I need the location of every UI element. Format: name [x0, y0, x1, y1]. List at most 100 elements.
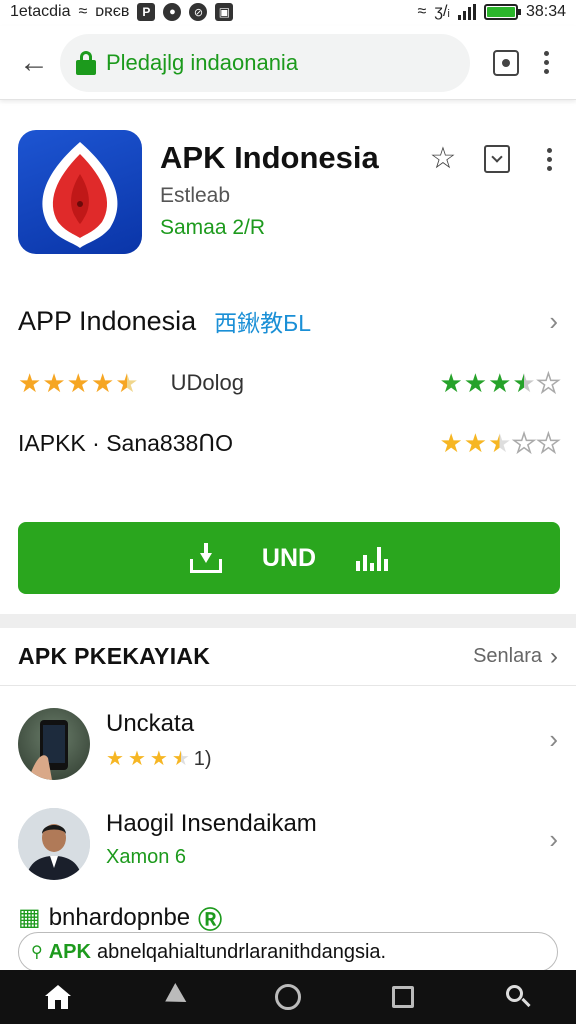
status-bar: 1etаcdia ≈ ᴅʀєв P ● ⊘ ▣ ≈ ʒ/ᵢ 38:34: [0, 0, 576, 24]
star-icon: ★: [18, 368, 42, 398]
search-input[interactable]: ⚲ APK abnelqahialtundrlaranithdangsia.: [18, 932, 558, 972]
star-icon: ★: [463, 368, 488, 398]
browser-toolbar: ← Pledajlg indaonania: [0, 26, 576, 100]
star-icon: ★: [149, 748, 168, 770]
url-text: Pledajlg indaonania: [106, 49, 299, 75]
phone-icon: [28, 720, 68, 780]
block-notification-icon: ⊘: [189, 3, 208, 21]
badge-icon: Ⓡ: [198, 907, 223, 934]
section-title: APK PKEKAYIAK: [18, 643, 211, 669]
bottom-heading-text: bnhardopnbe: [48, 903, 191, 931]
star-half-icon: ★: [488, 428, 512, 458]
page: 1etаcdia ≈ ᴅʀєв P ● ⊘ ▣ ≈ ʒ/ᵢ 38:34 ← Pl…: [0, 0, 576, 1024]
app-name-badge[interactable]: 西鍬教БL: [214, 304, 311, 338]
star-half-icon: ★: [171, 748, 190, 770]
list-item-rating: ★ ★ ★ ★ 1): [106, 746, 212, 772]
version-row: IAPKK · Sana838ՈO ★ ★ ★ ★ ★: [0, 420, 576, 466]
app-header: APK Indonesia Estleab Samaa 2/R ☆: [0, 112, 576, 272]
arrow-left-icon: ←: [19, 45, 49, 79]
search-icon: [506, 985, 531, 1009]
app-developer[interactable]: Estleab: [160, 184, 230, 208]
see-more-label: Senlara: [473, 645, 542, 667]
rating-row: ★ ★ ★ ★ ★ UDolog ★ ★ ★ ★ ★: [0, 360, 576, 406]
phone-avatar: [18, 708, 90, 780]
app-name-row[interactable]: APP Indonesia 西鍬教БL ›: [0, 296, 576, 346]
chevron-right-icon: ›: [549, 824, 558, 854]
search-icon: ⚲: [31, 944, 43, 961]
network-text: ʒ/ᵢ: [434, 3, 450, 20]
rating-stars-right: ★ ★ ★ ★ ★: [439, 368, 561, 398]
bottom-heading: ▦ bnhardopnbe Ⓡ: [18, 900, 222, 935]
section-divider: [0, 614, 576, 628]
app-logo-icon[interactable]: [18, 130, 142, 254]
download-icon: [189, 543, 222, 573]
search-text: abnelqahialtundrlaranithdangsia.: [96, 940, 387, 963]
list-item[interactable]: Haogil Insendaikam Xamon 6 ›: [0, 798, 576, 888]
back-triangle-icon: [159, 982, 187, 1012]
rating-stars-left: ★ ★ ★ ★ ★: [18, 370, 139, 396]
bag-notification-icon: ▣: [215, 3, 234, 21]
grid-icon: ▦: [18, 904, 41, 931]
nav-recents-button[interactable]: [378, 972, 428, 1022]
star-icon: ★: [463, 428, 488, 458]
chevron-right-icon: ›: [549, 305, 558, 336]
nav-back-button[interactable]: [148, 972, 198, 1022]
install-label: UND: [261, 543, 317, 572]
battery-icon: [483, 4, 521, 20]
chevron-right-icon: ›: [550, 642, 558, 670]
more-vert-icon: [546, 147, 552, 153]
star-icon: ★: [66, 368, 90, 398]
chevron-right-icon: ›: [549, 724, 558, 754]
see-more-link[interactable]: Senlara ›: [473, 643, 558, 671]
install-button[interactable]: UND: [18, 522, 560, 594]
tab-switch-button[interactable]: [484, 41, 528, 85]
circle-icon: [274, 984, 301, 1010]
star-half-icon: ★: [512, 368, 536, 398]
star-empty-icon: ★: [512, 428, 537, 458]
more-vert-icon: [543, 51, 549, 56]
person-avatar: [18, 808, 90, 880]
wifi-icon: ≈: [417, 3, 427, 20]
rating-label: UDolog: [170, 370, 244, 395]
star-icon: ★: [439, 368, 463, 398]
star-icon: ★: [439, 428, 463, 458]
p-notification-icon: P: [137, 3, 156, 21]
carrier-text: ᴅʀєв: [95, 3, 130, 20]
flame-logo-icon: [42, 142, 118, 248]
version-label: IAPKK · Sana838ՈO: [18, 429, 234, 456]
star-icon: ★: [127, 748, 146, 770]
browser-menu-button[interactable]: [528, 41, 564, 85]
favorite-button[interactable]: ☆: [426, 142, 460, 176]
tab-switch-icon: [493, 49, 519, 76]
list-item-sub: 1): [193, 747, 212, 770]
star-icon: ★: [90, 368, 115, 398]
system-nav-bar: [0, 970, 576, 1024]
app-name-label: APP Indonesia: [18, 305, 197, 336]
section-header: APK PKEKAYIAK Senlara ›: [0, 628, 576, 686]
bars-icon: [356, 545, 389, 571]
list-item-title: Unckata: [106, 710, 195, 737]
star-icon: ★: [488, 368, 512, 398]
back-button[interactable]: ←: [12, 41, 56, 85]
wifi-status-icon: ≈: [78, 3, 88, 20]
home-icon: [44, 985, 71, 1009]
list-item-title: Haogil Insendaikam: [106, 810, 317, 837]
star-empty-icon: ★: [536, 428, 561, 458]
app-menu-button[interactable]: [536, 142, 562, 176]
status-time: 38:34: [525, 3, 566, 20]
lock-icon: [76, 50, 96, 75]
app-title: APK Indonesia: [160, 140, 379, 175]
status-right: ≈ ʒ/ᵢ 38:34: [417, 3, 566, 21]
url-bar[interactable]: Pledajlg indaonania: [60, 33, 470, 92]
nav-search-button[interactable]: [493, 972, 543, 1022]
nav-home-button[interactable]: [33, 972, 83, 1022]
star-half-icon: ★: [115, 368, 139, 398]
person-icon: [18, 808, 90, 880]
star-icon: ★: [106, 748, 124, 770]
app-subtitle: Samaa 2/R: [160, 216, 266, 239]
bookmark-icon[interactable]: [484, 145, 510, 173]
star-empty-icon: ★: [536, 368, 561, 398]
nav-circle-button[interactable]: [263, 972, 313, 1022]
list-item-sub: Xamon 6: [106, 846, 187, 868]
list-item[interactable]: Unckata ★ ★ ★ ★ 1) ›: [0, 698, 576, 788]
